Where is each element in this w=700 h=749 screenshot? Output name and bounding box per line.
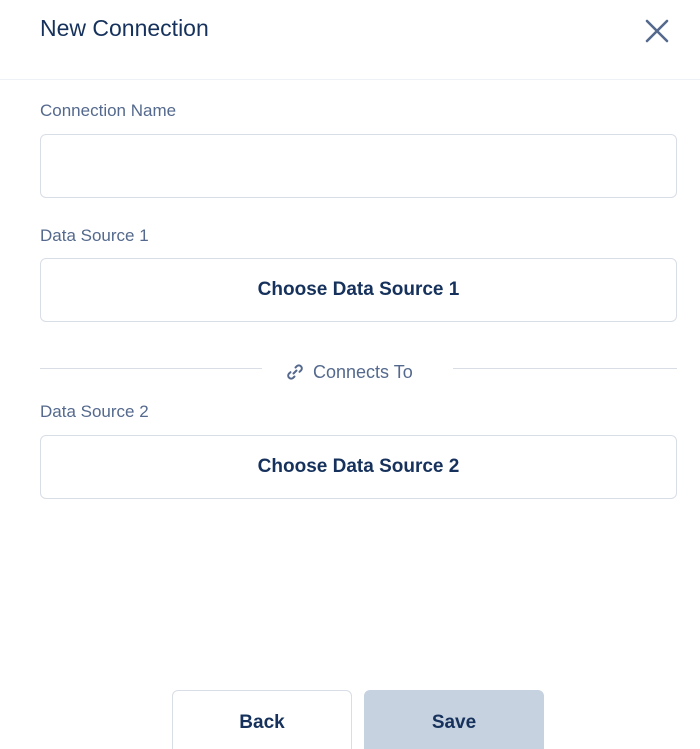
- choose-data-source-1-label: Choose Data Source 1: [257, 279, 460, 300]
- choose-data-source-1-button[interactable]: Choose Data Source 1: [40, 258, 677, 322]
- dialog-header: New Connection: [0, 0, 700, 80]
- close-icon: [645, 19, 669, 43]
- data-source-2-label: Data Source 2: [40, 402, 149, 421]
- dialog-title: New Connection: [40, 15, 209, 41]
- link-icon: [287, 364, 303, 380]
- connection-name-input[interactable]: [40, 134, 677, 198]
- back-button[interactable]: Back: [172, 690, 352, 749]
- close-button[interactable]: [640, 14, 674, 48]
- save-button-label: Save: [431, 712, 477, 733]
- separator-line-right: [453, 368, 677, 369]
- data-source-1-label: Data Source 1: [40, 226, 149, 245]
- save-button[interactable]: Save: [364, 690, 544, 749]
- back-button-label: Back: [239, 712, 285, 733]
- connects-to-label: Connects To: [313, 361, 413, 382]
- connection-name-label: Connection Name: [40, 101, 177, 120]
- choose-data-source-2-label: Choose Data Source 2: [257, 456, 460, 477]
- choose-data-source-2-button[interactable]: Choose Data Source 2: [40, 435, 677, 499]
- separator-line-left: [40, 368, 262, 369]
- connects-to-separator: Connects To: [285, 360, 413, 384]
